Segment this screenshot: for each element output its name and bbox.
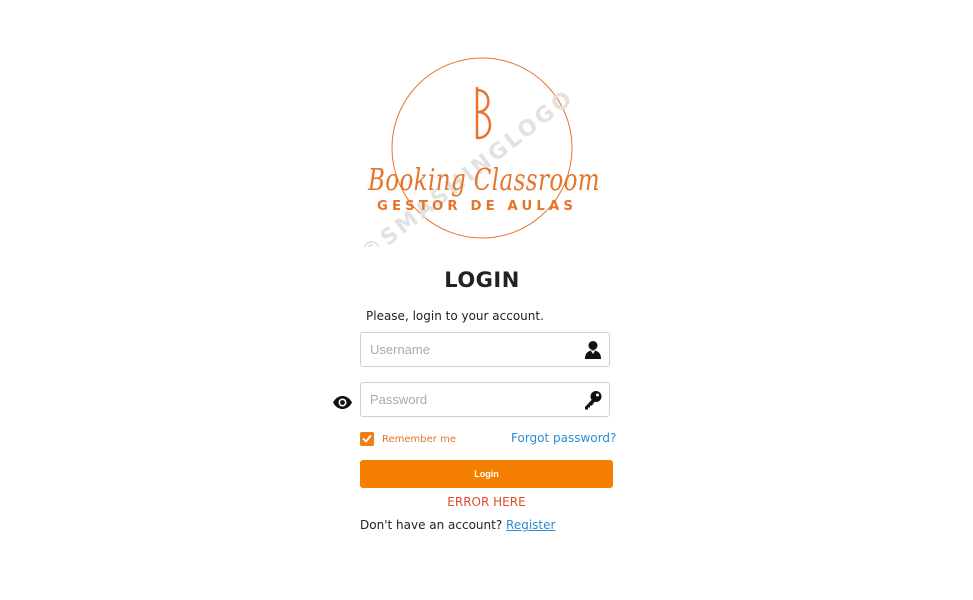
register-link[interactable]: Register: [506, 518, 555, 532]
error-message: ERROR HERE: [447, 495, 526, 509]
login-title: LOGIN: [444, 268, 520, 292]
register-prompt: Don't have an account? Register: [360, 518, 555, 532]
checkbox-checked-icon[interactable]: [360, 432, 374, 446]
remember-me-label: Remember me: [382, 433, 456, 445]
username-input[interactable]: [361, 333, 579, 366]
logo-monogram: [475, 86, 492, 140]
username-field: [360, 332, 610, 367]
remember-me-checkbox[interactable]: Remember me: [360, 431, 456, 447]
logo-title: Booking Classroom: [367, 163, 600, 198]
login-subtitle: Please, login to your account.: [366, 309, 544, 323]
password-field: [360, 382, 610, 417]
logo: ©SMASHINGLOGO Booking Classroom GESTOR D…: [360, 52, 610, 247]
eye-icon[interactable]: [332, 395, 353, 410]
no-account-text: Don't have an account?: [360, 518, 503, 532]
password-input[interactable]: [361, 383, 579, 416]
login-button[interactable]: Login: [360, 460, 613, 488]
logo-subtitle: GESTOR DE AULAS: [377, 199, 577, 214]
key-icon: [582, 389, 604, 411]
forgot-password-link[interactable]: Forgot password?: [511, 431, 616, 445]
user-icon: [582, 339, 604, 361]
